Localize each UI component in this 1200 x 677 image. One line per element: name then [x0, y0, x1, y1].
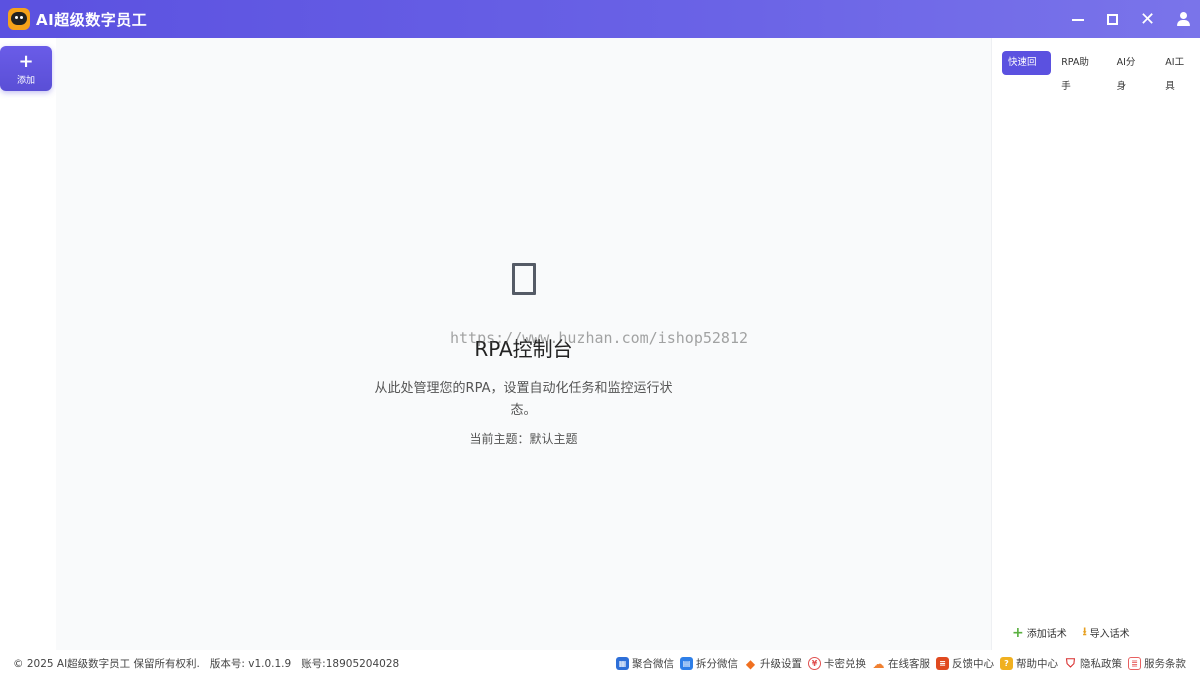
diamond-icon: ◆ [745, 656, 756, 671]
tab-quick-reply[interactable]: 快速回复 [1002, 51, 1052, 92]
rpa-placeholder-icon [511, 263, 536, 295]
maximize-button[interactable] [1095, 0, 1130, 38]
grid-icon: ▦ [616, 657, 629, 670]
account: 账号:18905204028 [301, 658, 400, 670]
document-icon: ≣ [1128, 657, 1141, 670]
tab-ai-avatar[interactable]: AI分身 [1111, 51, 1151, 92]
app-title: AI超级数字员工 [36, 10, 148, 29]
service-icon: ☁ [872, 656, 885, 671]
footer-link-label: 隐私政策 [1080, 658, 1122, 670]
shield-icon: ⛉ [1065, 656, 1075, 670]
main-area: RPA控制台 从此处管理您的RPA，设置自动化任务和监控运行状态。 当前主题：默… [56, 38, 991, 650]
right-panel: 快速回复 RPA助手 AI分身 AI工具 + 添加话术 ⭳ 导入话术 [991, 38, 1200, 650]
current-theme: 当前主题：默认主题 [469, 432, 578, 446]
footer-link-help[interactable]: ? 帮助中心 [1000, 656, 1058, 671]
footer-link-label: 升级设置 [760, 658, 802, 670]
footer-link-label: 聚合微信 [632, 658, 674, 670]
add-script-label: 添加话术 [1026, 629, 1067, 640]
tab-ai-tools[interactable]: AI工具 [1159, 51, 1199, 92]
footer-link-online-service[interactable]: ☁ 在线客服 [872, 656, 931, 671]
app-logo-icon [8, 8, 30, 30]
add-script-button[interactable]: + 添加话术 [1012, 623, 1067, 642]
close-button[interactable]: ✕ [1130, 0, 1165, 38]
footer-link-privacy[interactable]: ⛉ 隐私政策 [1064, 656, 1122, 671]
import-script-button[interactable]: ⭳ 导入话术 [1083, 623, 1130, 642]
footer-link-label: 反馈中心 [952, 658, 994, 670]
footer-link-label: 帮助中心 [1016, 658, 1058, 670]
close-icon: ✕ [1139, 8, 1156, 30]
tab-rpa-assistant[interactable]: RPA助手 [1055, 51, 1103, 92]
footer-link-terms[interactable]: ≣ 服务条款 [1128, 656, 1186, 671]
plus-icon: + [18, 51, 34, 72]
footer-link-label: 服务条款 [1144, 658, 1186, 670]
download-icon: ⭳ [1082, 625, 1087, 638]
version: 版本号: v1.0.1.9 [209, 658, 292, 670]
window-controls: ✕ [1060, 0, 1200, 38]
panel-tabs: 快速回复 RPA助手 AI分身 AI工具 [1002, 51, 1200, 92]
maximize-icon [1107, 13, 1118, 25]
title-bar: AI超级数字员工 ✕ [0, 0, 1200, 38]
feedback-icon: ≡ [936, 657, 949, 670]
footer-link-feedback[interactable]: ≡ 反馈中心 [936, 656, 994, 671]
footer-links: ▦ 聚合微信 ▤ 拆分微信 ◆ 升级设置 ¥ 卡密兑换 ☁ 在线客服 ≡ 反馈中… [610, 650, 1186, 677]
footer-link-label: 拆分微信 [696, 658, 738, 670]
footer-link-upgrade[interactable]: ◆ 升级设置 [744, 656, 802, 671]
coupon-icon: ¥ [808, 657, 821, 670]
footer-link-label: 卡密兑换 [824, 658, 866, 670]
add-button-label: 添加 [16, 76, 35, 86]
import-script-label: 导入话术 [1089, 629, 1130, 640]
footer-link-label: 在线客服 [888, 658, 930, 670]
user-button[interactable] [1165, 0, 1200, 38]
add-button[interactable]: + 添加 [0, 46, 52, 91]
panel-actions: + 添加话术 ⭳ 导入话术 [1012, 623, 1146, 642]
empty-state: RPA控制台 从此处管理您的RPA，设置自动化任务和监控运行状态。 当前主题：默… [56, 263, 991, 447]
plus-icon: + [1012, 624, 1024, 641]
footer: © 2025 AI超级数字员工 保留所有权利. 版本号: v1.0.1.9 账号… [0, 650, 1200, 677]
minimize-icon [1071, 19, 1084, 21]
minimize-button[interactable] [1060, 0, 1095, 38]
split-icon: ▤ [680, 657, 693, 670]
watermark: https://www.huzhan.com/ishop52812 [450, 329, 749, 347]
page-description: 从此处管理您的RPA，设置自动化任务和监控运行状态。 [374, 381, 673, 418]
footer-link-split-wechat[interactable]: ▤ 拆分微信 [680, 656, 738, 671]
copyright: © 2025 AI超级数字员工 保留所有权利. [13, 658, 200, 670]
help-icon: ? [1000, 657, 1013, 670]
footer-link-aggregate-wechat[interactable]: ▦ 聚合微信 [616, 656, 674, 671]
left-rail: + 添加 [0, 38, 56, 650]
user-icon [1176, 12, 1190, 26]
footer-link-redeem[interactable]: ¥ 卡密兑换 [808, 656, 866, 671]
